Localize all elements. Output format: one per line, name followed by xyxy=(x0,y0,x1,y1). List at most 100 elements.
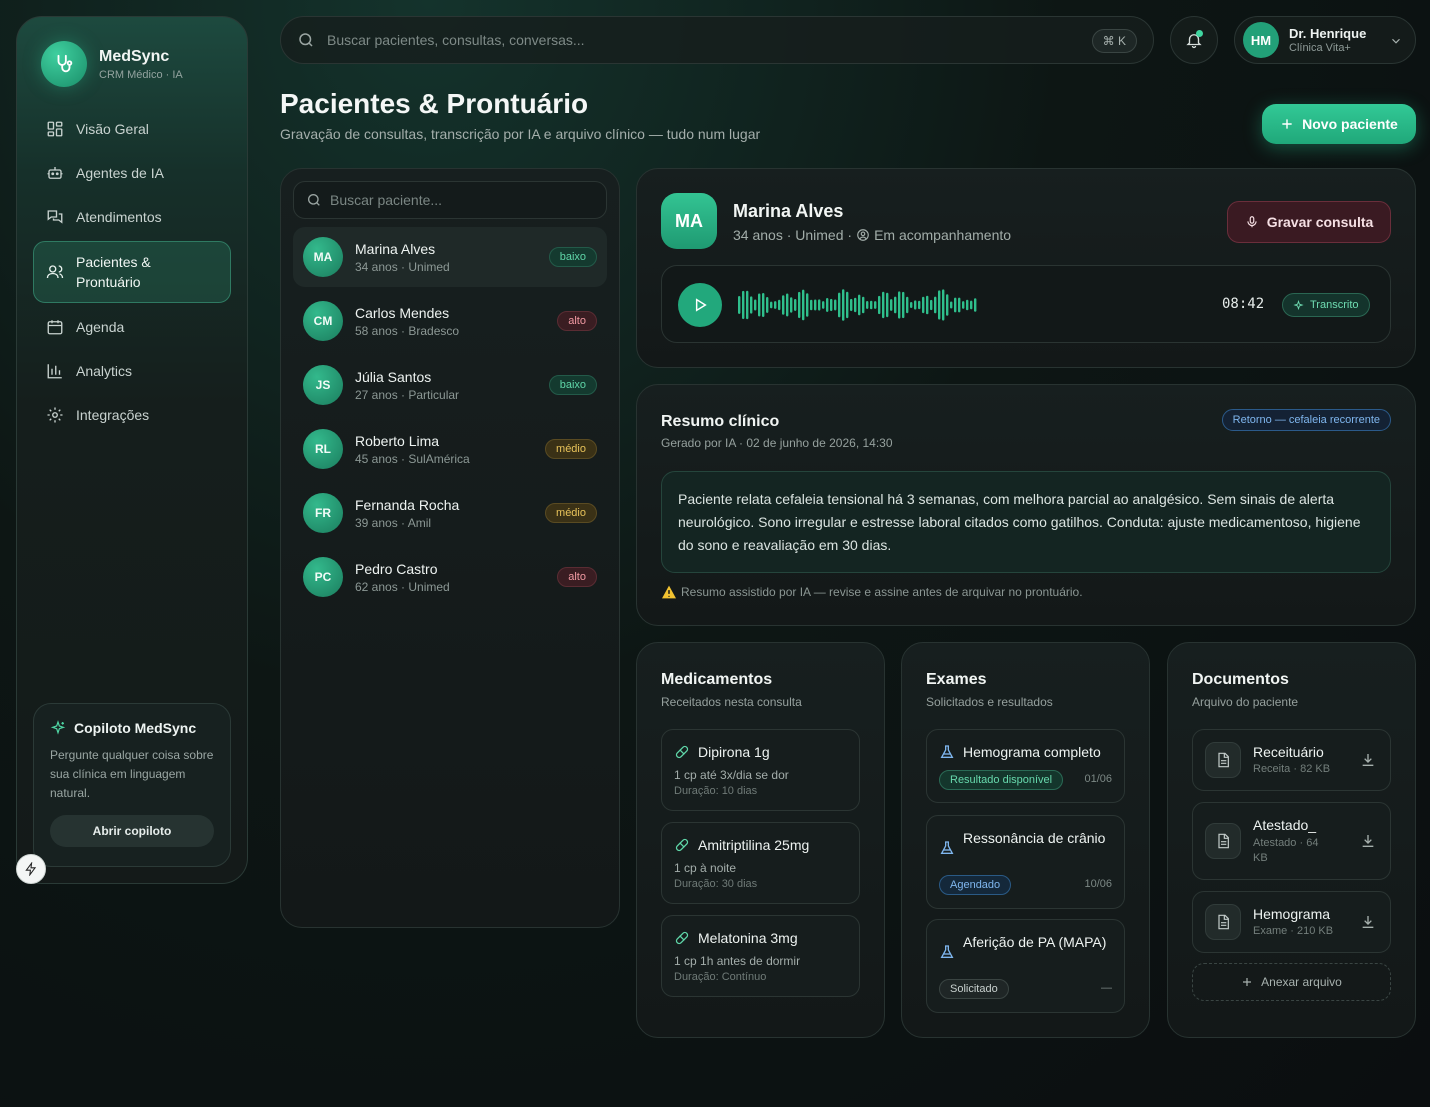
medications-title: Medicamentos xyxy=(661,671,773,688)
sidebar-item-pacientes[interactable]: Pacientes & Prontuário xyxy=(33,241,231,303)
waveform-bar xyxy=(870,300,873,310)
medication-name: Amitriptilina 25mg xyxy=(698,837,810,853)
search-icon xyxy=(299,33,313,47)
exam-status-badge: Agendado xyxy=(939,875,1012,895)
medication-item[interactable]: Melatonina 3mg 1 cp 1h antes de dormir D… xyxy=(661,915,860,997)
sparkle-icon xyxy=(50,720,66,735)
flask-icon xyxy=(940,945,954,958)
waveform-bar xyxy=(902,291,905,319)
medication-item[interactable]: Amitriptilina 25mg 1 cp à noite Duração:… xyxy=(661,822,860,904)
download-icon[interactable] xyxy=(1360,914,1376,930)
copilot-title: Copiloto MedSync xyxy=(74,720,197,736)
file-icon xyxy=(1205,823,1241,859)
calendar-icon xyxy=(47,320,63,335)
document-item[interactable]: Atestado_ Atestado · 64 KB xyxy=(1192,802,1391,880)
risk-badge: médio xyxy=(545,503,597,523)
play-button[interactable] xyxy=(678,283,722,327)
new-patient-button[interactable]: Novo paciente xyxy=(1262,104,1416,144)
attach-file-button[interactable]: Anexar arquivo xyxy=(1192,963,1391,1001)
waveform-bar xyxy=(926,295,929,315)
avatar: JS xyxy=(303,365,343,405)
waveform-bar xyxy=(866,301,869,309)
sidebar-item-visao-geral[interactable]: Visão Geral xyxy=(33,107,231,151)
medication-duration: Duração: 10 dias xyxy=(674,785,758,797)
waveform-bar xyxy=(834,299,837,311)
waveform-bar xyxy=(966,299,969,311)
waveform-bar xyxy=(798,291,801,319)
transcribed-badge: Transcrito xyxy=(1282,293,1370,317)
sidebar: MedSync CRM Médico · IA Visão Geral Agen… xyxy=(16,16,248,884)
risk-badge: alto xyxy=(557,567,597,587)
waveform-bar xyxy=(970,300,973,310)
brand[interactable]: MedSync CRM Médico · IA xyxy=(41,41,183,87)
open-copilot-button[interactable]: Abrir copiloto xyxy=(50,815,214,847)
sidebar-item-integracoes[interactable]: Integrações xyxy=(33,393,231,437)
sidebar-item-atendimentos[interactable]: Atendimentos xyxy=(33,195,231,239)
new-patient-label: Novo paciente xyxy=(1302,116,1398,132)
waveform-bar xyxy=(910,301,913,309)
sidebar-item-label: Agenda xyxy=(76,319,125,335)
patient-name: Pedro Castro xyxy=(355,560,438,577)
copilot-card: Copiloto MedSync Pergunte qualquer coisa… xyxy=(33,703,231,867)
document-item[interactable]: Receituário Receita · 82 KB xyxy=(1192,729,1391,791)
patient-row[interactable]: CM Carlos Mendes 58 anos · Bradesco alto xyxy=(293,291,607,351)
exam-item[interactable]: Hemograma completo Resultado disponível … xyxy=(926,729,1125,803)
patient-row[interactable]: MA Marina Alves 34 anos · Unimed baixo xyxy=(293,227,607,287)
shortcut-badge: ⌘ K xyxy=(1091,29,1137,53)
waveform-bar xyxy=(886,292,889,318)
waveform-bar xyxy=(738,296,741,314)
patient-name: Marina Alves xyxy=(733,201,844,221)
waveform-bar xyxy=(822,301,825,309)
waveform-bar xyxy=(838,292,841,318)
waveform-bar xyxy=(802,289,805,321)
document-meta: Exame · 210 KB xyxy=(1253,925,1334,937)
patient-search-input[interactable]: Buscar paciente... xyxy=(293,181,607,219)
flask-icon xyxy=(940,841,954,854)
exam-name: Hemograma completo xyxy=(963,744,1101,760)
exam-item[interactable]: Aferição de PA (MAPA) Solicitado — xyxy=(926,919,1125,1013)
sidebar-item-analytics[interactable]: Analytics xyxy=(33,349,231,393)
patient-row[interactable]: JS Júlia Santos 27 anos · Particular baix… xyxy=(293,355,607,415)
medication-item[interactable]: Dipirona 1g 1 cp até 3x/dia se dor Duraç… xyxy=(661,729,860,811)
patient-row[interactable]: FR Fernanda Rocha 39 anos · Amil médio xyxy=(293,483,607,543)
waveform-bar xyxy=(898,291,901,319)
waveform-bar xyxy=(746,290,749,320)
document-item[interactable]: Hemograma Exame · 210 KB xyxy=(1192,891,1391,953)
flask-icon xyxy=(940,745,954,758)
patient-status: Em acompanhamento xyxy=(874,227,1012,243)
user-menu[interactable]: HM Dr. Henrique Clínica Vita+ xyxy=(1234,16,1416,64)
patient-meta: 58 anos · Bradesco xyxy=(355,323,460,338)
waveform-bar xyxy=(906,296,909,314)
sparkle-icon xyxy=(1293,299,1304,310)
notifications-button[interactable] xyxy=(1170,16,1218,64)
audio-duration: 08:42 xyxy=(1222,296,1265,312)
patient-name: Marina Alves xyxy=(355,240,436,257)
waveform-bar xyxy=(806,293,809,317)
global-search[interactable]: Buscar pacientes, consultas, conversas..… xyxy=(280,16,1154,64)
grid-icon xyxy=(47,121,63,137)
sidebar-item-agenda[interactable]: Agenda xyxy=(33,305,231,349)
waveform-bar xyxy=(742,290,745,320)
bolt-icon[interactable] xyxy=(16,854,46,884)
download-icon[interactable] xyxy=(1360,752,1376,768)
waveform-bar xyxy=(782,295,785,315)
documents-card: Documentos Arquivo do paciente Receituár… xyxy=(1167,642,1416,1038)
search-input[interactable]: Buscar pacientes, consultas, conversas..… xyxy=(327,32,585,48)
patient-meta: 45 anos · SulAmérica xyxy=(355,451,470,466)
medications-card: Medicamentos Receitados nesta consulta D… xyxy=(636,642,885,1038)
sidebar-item-agentes[interactable]: Agentes de IA xyxy=(33,151,231,195)
waveform[interactable] xyxy=(738,288,982,322)
brand-name: MedSync xyxy=(99,47,170,65)
patient-row[interactable]: RL Roberto Lima 45 anos · SulAmérica médi… xyxy=(293,419,607,479)
patient-meta: 27 anos · Particular xyxy=(355,387,460,402)
waveform-bar xyxy=(894,296,897,314)
microphone-icon xyxy=(1247,216,1257,228)
patient-row[interactable]: PC Pedro Castro 62 anos · Unimed alto xyxy=(293,547,607,607)
exam-item[interactable]: Ressonância de crânio Agendado 10/06 xyxy=(926,815,1125,909)
patient-name: Carlos Mendes xyxy=(355,304,450,321)
patient-list: Buscar paciente... MA Marina Alves 34 ano… xyxy=(280,168,620,928)
record-consultation-button[interactable]: Gravar consulta xyxy=(1227,201,1391,243)
download-icon[interactable] xyxy=(1360,833,1376,849)
plus-icon xyxy=(1243,978,1252,986)
waveform-bar xyxy=(874,301,877,309)
